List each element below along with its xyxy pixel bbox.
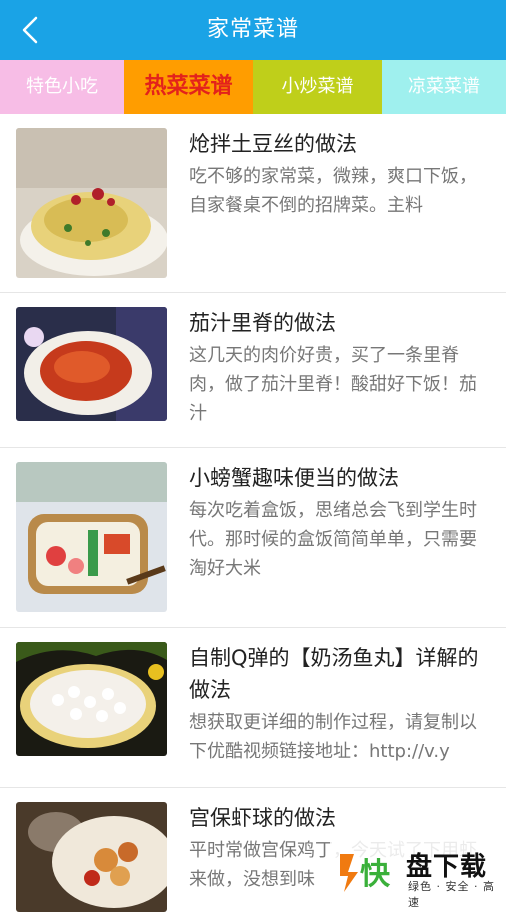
recipe-thumbnail bbox=[16, 128, 167, 278]
recipe-list-item[interactable]: 炝拌土豆丝的做法 吃不够的家常菜，微辣，爽口下饭，自家餐桌不倒的招牌菜。主料 bbox=[0, 114, 506, 293]
recipe-title: 炝拌土豆丝的做法 bbox=[189, 132, 357, 156]
recipe-description: 吃不够的家常菜，微辣，爽口下饭，自家餐桌不倒的招牌菜。主料 bbox=[189, 166, 477, 216]
recipe-description: 这几天的肉价好贵，买了一条里脊肉，做了茄汁里脊！酸甜好下饭！茄汁 bbox=[189, 345, 477, 424]
recipe-list-item[interactable]: 茄汁里脊的做法 这几天的肉价好贵，买了一条里脊肉，做了茄汁里脊！酸甜好下饭！茄汁 bbox=[0, 293, 506, 448]
recipe-description: 想获取更详细的制作过程，请复制以下优酷视频链接地址：http://v.y bbox=[189, 712, 477, 762]
tab-cold-dishes[interactable]: 凉菜菜谱 bbox=[382, 60, 506, 114]
tab-specialty-snacks[interactable]: 特色小吃 bbox=[0, 60, 124, 114]
recipe-title: 茄汁里脊的做法 bbox=[189, 311, 336, 335]
recipe-list: 炝拌土豆丝的做法 吃不够的家常菜，微辣，爽口下饭，自家餐桌不倒的招牌菜。主料 茄… bbox=[0, 114, 506, 918]
recipe-thumbnail bbox=[16, 462, 167, 612]
top-app-bar: 家常菜谱 bbox=[0, 0, 506, 60]
kuai-logo-icon: 快 bbox=[340, 854, 391, 892]
recipe-thumbnail bbox=[16, 307, 167, 421]
recipe-title: 小螃蟹趣味便当的做法 bbox=[189, 466, 399, 490]
page-title: 家常菜谱 bbox=[206, 17, 299, 42]
recipe-title: 宫保虾球的做法 bbox=[189, 806, 336, 830]
tab-stir-fry[interactable]: 小炒菜谱 bbox=[253, 60, 382, 114]
recipe-thumbnail bbox=[16, 802, 167, 912]
watermark-logo-char: 快 bbox=[360, 857, 391, 892]
recipe-list-item[interactable]: 自制Q弹的【奶汤鱼丸】详解的做法 想获取更详细的制作过程，请复制以下优酷视频链接… bbox=[0, 628, 506, 788]
recipe-list-item[interactable]: 小螃蟹趣味便当的做法 每次吃着盒饭，思绪总会飞到学生时代。那时候的盒饭简简单单，… bbox=[0, 448, 506, 628]
recipe-description: 每次吃着盒饭，思绪总会飞到学生时代。那时候的盒饭简简单单，只需要淘好大米 bbox=[189, 500, 477, 579]
watermark: 快 盘下载 绿色 · 安全 · 高速 bbox=[330, 840, 506, 909]
recipe-thumbnail bbox=[16, 642, 167, 756]
tab-hot-dishes[interactable]: 热菜菜谱 bbox=[124, 60, 253, 114]
recipe-title: 自制Q弹的【奶汤鱼丸】详解的做法 bbox=[189, 646, 479, 702]
category-tabs: 特色小吃 热菜菜谱 小炒菜谱 凉菜菜谱 bbox=[0, 60, 506, 114]
watermark-slogan: 绿色 · 安全 · 高速 bbox=[408, 880, 495, 909]
